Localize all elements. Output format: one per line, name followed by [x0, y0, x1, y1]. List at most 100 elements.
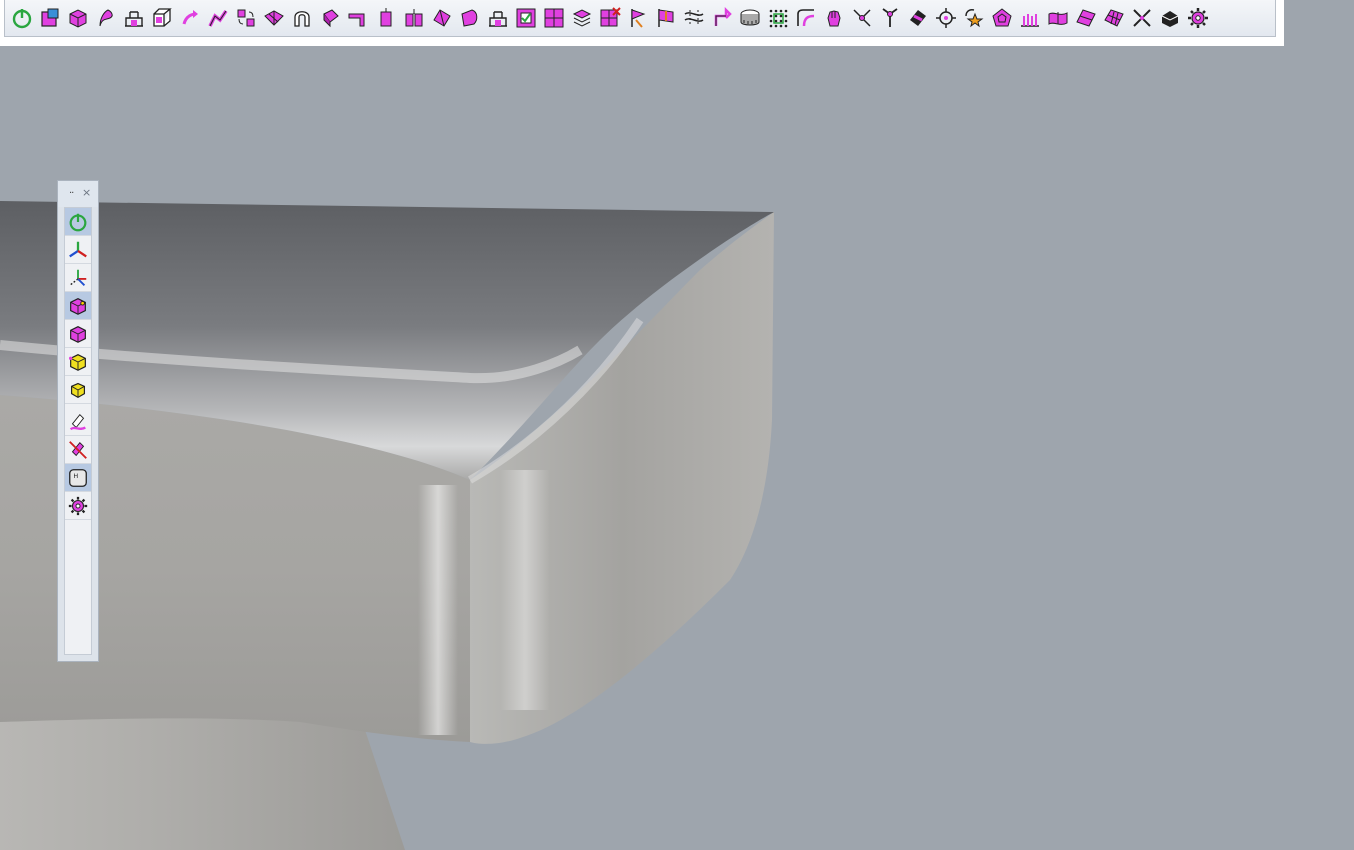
toolbar-button-31[interactable]	[848, 3, 876, 33]
toolbar-button-40[interactable]	[1100, 3, 1128, 33]
palette-button-9[interactable]	[65, 436, 91, 464]
branch-icon	[94, 6, 118, 30]
toolbar-button-43[interactable]	[1184, 3, 1212, 33]
toolbar-button-1[interactable]	[8, 3, 36, 33]
grid-face-icon	[542, 6, 566, 30]
bridge-icon	[122, 6, 146, 30]
svg-text:H: H	[73, 472, 78, 480]
toolbar-button-11[interactable]	[288, 3, 316, 33]
checkbox-face-icon	[514, 6, 538, 30]
scissor-icon	[850, 6, 874, 30]
cube-outline-icon	[150, 6, 174, 30]
palette-close-icon[interactable]: ×	[82, 187, 91, 198]
palette-button-3[interactable]	[65, 264, 91, 292]
toolbar-button-22[interactable]	[596, 3, 624, 33]
toolbar-button-17[interactable]	[456, 3, 484, 33]
toolbar-button-37[interactable]	[1016, 3, 1044, 33]
toolbar-button-8[interactable]	[204, 3, 232, 33]
comb-icon	[1018, 6, 1042, 30]
toolbar-button-2[interactable]	[36, 3, 64, 33]
toolbar-button-24[interactable]	[652, 3, 680, 33]
corner-icon	[794, 6, 818, 30]
split-face-icon	[262, 6, 286, 30]
extrude-icon	[318, 6, 342, 30]
palette-button-4[interactable]	[65, 292, 91, 320]
swap-icon	[234, 6, 258, 30]
palette-button-11[interactable]	[65, 492, 91, 520]
transform-axis-icon	[67, 267, 89, 289]
toolbar-button-32[interactable]	[876, 3, 904, 33]
pentagon-icon	[990, 6, 1014, 30]
paint-clear-icon	[67, 439, 89, 461]
power-icon	[10, 6, 34, 30]
target-icon	[934, 6, 958, 30]
vertical-palette: ·· × H	[57, 180, 99, 662]
gear-icon	[67, 495, 89, 517]
palette-header[interactable]: ·· ×	[58, 181, 98, 207]
toolbar-button-7[interactable]	[176, 3, 204, 33]
toolbar-button-42[interactable]	[1156, 3, 1184, 33]
toolbar-button-41[interactable]	[1128, 3, 1156, 33]
toolbar-button-29[interactable]	[792, 3, 820, 33]
cube-pink-icon	[67, 323, 89, 345]
palette-button-2[interactable]	[65, 236, 91, 264]
toolbar-button-5[interactable]	[120, 3, 148, 33]
toolbar-button-19[interactable]	[512, 3, 540, 33]
palette-button-10[interactable]: H	[65, 464, 91, 492]
delete-grid-icon	[598, 6, 622, 30]
toolbar-button-36[interactable]	[988, 3, 1016, 33]
toolbar-button-23[interactable]	[624, 3, 652, 33]
toolbar-button-26[interactable]	[708, 3, 736, 33]
toolbar-button-28[interactable]	[764, 3, 792, 33]
toolbar-button-6[interactable]	[148, 3, 176, 33]
palette-button-6[interactable]	[65, 348, 91, 376]
roll-icon	[458, 6, 482, 30]
3d-viewport[interactable]	[0, 46, 1354, 850]
diamond-icon	[906, 6, 930, 30]
toolbar-button-27[interactable]	[736, 3, 764, 33]
power-icon	[67, 211, 89, 233]
cube-yellow-small-icon	[67, 379, 89, 401]
surface-icon	[1046, 6, 1070, 30]
toolbar-button-18[interactable]	[484, 3, 512, 33]
ring-icon	[738, 6, 762, 30]
toolbar-button-35[interactable]	[960, 3, 988, 33]
toolbar-button-25[interactable]	[680, 3, 708, 33]
toolbar-button-9[interactable]	[232, 3, 260, 33]
toolbar-button-34[interactable]	[932, 3, 960, 33]
dot-grid-icon	[766, 6, 790, 30]
toolbar-button-21[interactable]	[568, 3, 596, 33]
arrow-curve-icon	[178, 6, 202, 30]
toolbar-button-13[interactable]	[344, 3, 372, 33]
sphere-icon	[66, 6, 90, 30]
toolbar-button-16[interactable]	[428, 3, 456, 33]
bridge-icon	[486, 6, 510, 30]
toolbar-button-3[interactable]	[64, 3, 92, 33]
flag-icon	[626, 6, 650, 30]
toolbar-button-12[interactable]	[316, 3, 344, 33]
toolbar-button-20[interactable]	[540, 3, 568, 33]
surface-tilt-icon	[1074, 6, 1098, 30]
paint-icon	[67, 411, 89, 433]
toolbar-button-15[interactable]	[400, 3, 428, 33]
bend-icon	[346, 6, 370, 30]
toolbar-button-38[interactable]	[1044, 3, 1072, 33]
palette-button-7[interactable]	[65, 376, 91, 404]
toolbar-button-33[interactable]	[904, 3, 932, 33]
box-face-icon	[38, 6, 62, 30]
weave-icon	[682, 6, 706, 30]
palette-button-1[interactable]	[65, 208, 91, 236]
toolbar-button-4[interactable]	[92, 3, 120, 33]
toolbar-button-30[interactable]	[820, 3, 848, 33]
palette-button-8[interactable]	[65, 408, 91, 436]
palette-grip-icon[interactable]: ··	[69, 188, 74, 199]
toolbar-button-39[interactable]	[1072, 3, 1100, 33]
hotkey-icon: H	[67, 467, 89, 489]
toolbar-button-14[interactable]	[372, 3, 400, 33]
cube-yellow-icon	[67, 351, 89, 373]
palette-button-5[interactable]	[65, 320, 91, 348]
lattice-icon	[1102, 6, 1126, 30]
arm-icon	[206, 6, 230, 30]
stack-icon	[570, 6, 594, 30]
toolbar-button-10[interactable]	[260, 3, 288, 33]
